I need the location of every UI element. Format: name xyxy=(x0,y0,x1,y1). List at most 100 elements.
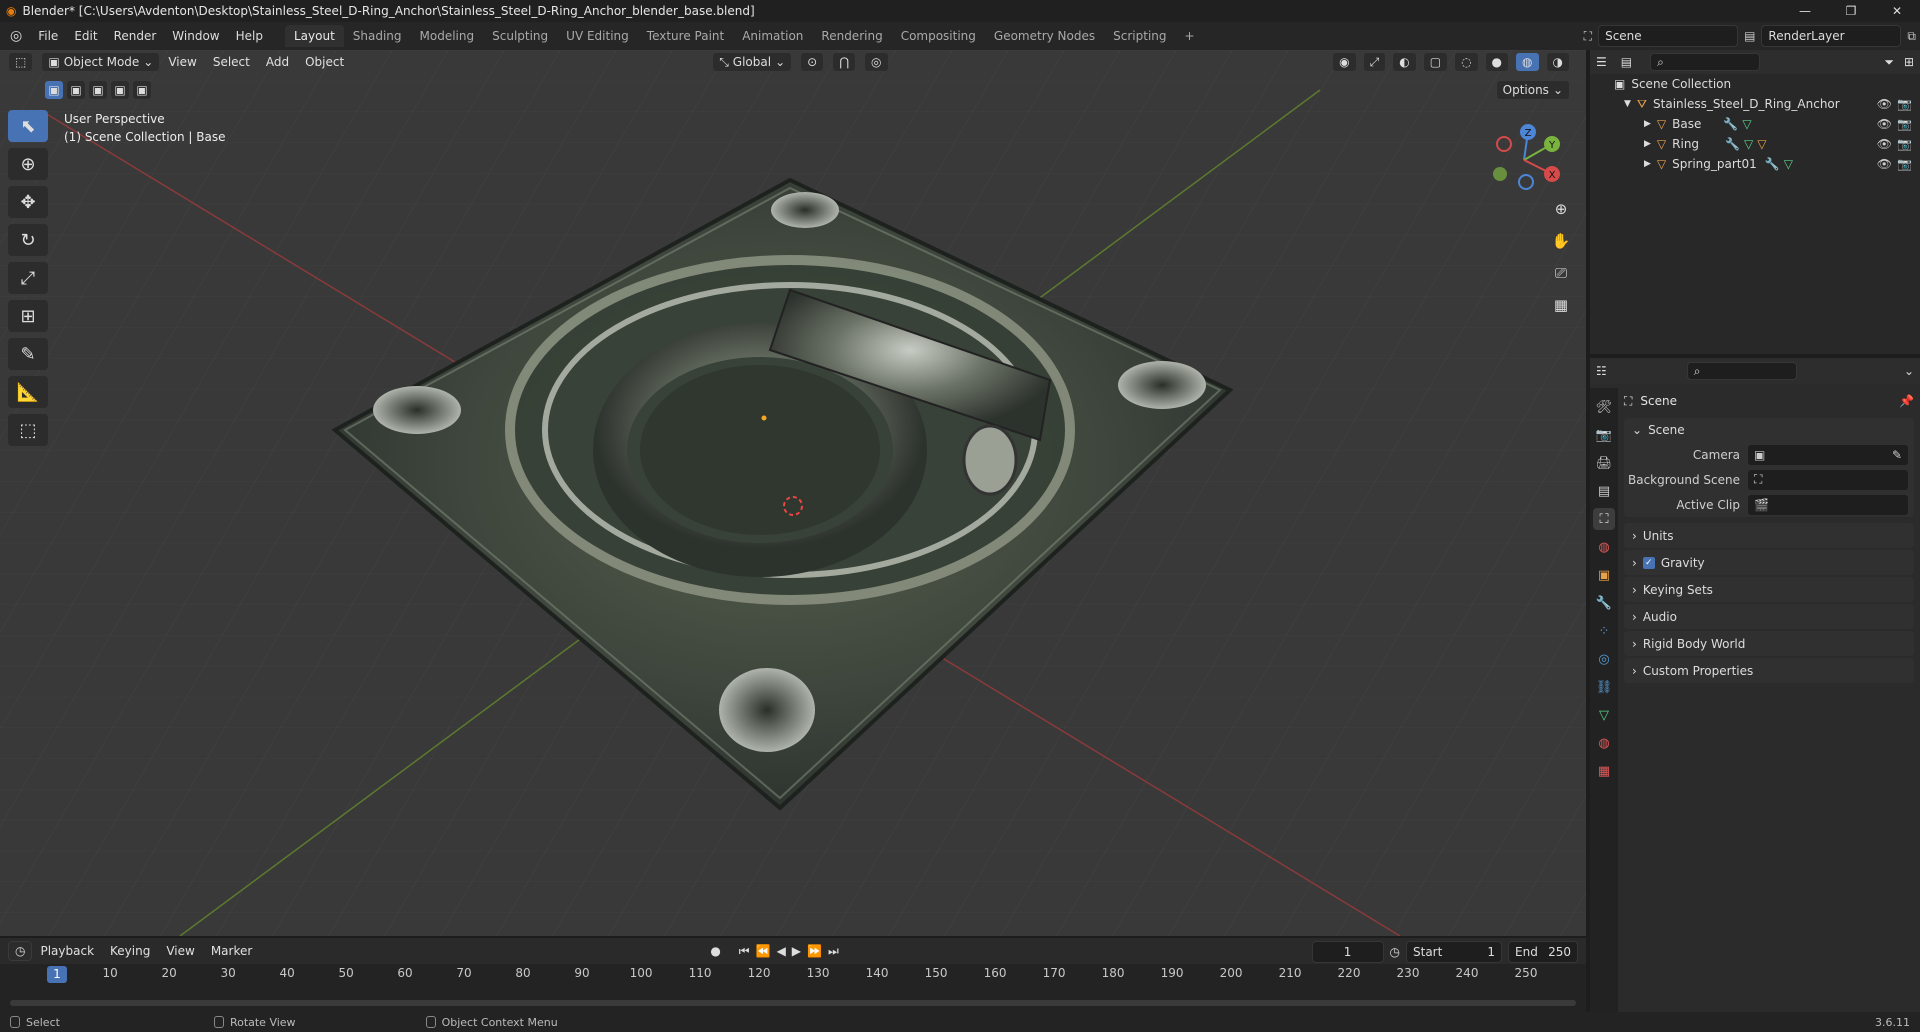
pivot-point-selector[interactable]: ⊙ xyxy=(800,52,825,72)
3d-viewport[interactable]: ⬚ ▣ Object Mode ⌄ View Select Add Object… xyxy=(0,50,1586,936)
outliner-row-scene-collection[interactable]: ▣ Scene Collection xyxy=(1590,74,1920,94)
tab-modifiers[interactable]: 🔧 xyxy=(1593,592,1615,614)
scene-panel-header[interactable]: ⌄ Scene xyxy=(1624,418,1914,442)
panel-keying-sets[interactable]: › Keying Sets xyxy=(1624,577,1914,602)
tab-rendering[interactable]: Rendering xyxy=(812,25,891,47)
chevron-down-icon[interactable]: ⌄ xyxy=(1904,364,1914,378)
play-reverse-icon[interactable]: ◀ xyxy=(777,944,786,958)
zoom-button[interactable]: ⊕ xyxy=(1548,196,1574,222)
tab-scripting[interactable]: Scripting xyxy=(1104,25,1175,47)
shading-rendered-button[interactable]: ◑ xyxy=(1545,52,1570,72)
visibility-eye-icon[interactable]: 👁 xyxy=(1877,117,1892,131)
editor-type-icon[interactable]: ☷ xyxy=(1596,364,1607,378)
panel-audio[interactable]: › Audio xyxy=(1624,604,1914,629)
tool-cursor[interactable]: ⊕ xyxy=(8,148,48,180)
play-icon[interactable]: ▶ xyxy=(792,944,801,958)
new-collection-icon[interactable]: ⊞ xyxy=(1904,55,1914,69)
visibility-eye-icon[interactable]: 👁 xyxy=(1877,137,1892,151)
maximize-button[interactable]: ❐ xyxy=(1828,0,1874,22)
eyedropper-icon[interactable]: ✎ xyxy=(1892,448,1902,462)
tab-data[interactable]: ▽ xyxy=(1593,704,1615,726)
transform-orientation-selector[interactable]: ⤡ Global ⌄ xyxy=(712,52,793,72)
render-camera-icon[interactable]: 📷 xyxy=(1897,97,1912,111)
camera-field[interactable]: ▣ ✎ xyxy=(1748,444,1908,465)
expand-icon[interactable]: ▶ xyxy=(1644,159,1651,169)
tab-particles[interactable]: ⁘ xyxy=(1593,620,1615,642)
tab-texture-paint[interactable]: Texture Paint xyxy=(638,25,733,47)
proportional-edit-toggle[interactable]: ◎ xyxy=(864,52,889,72)
tab-output[interactable]: 🖨 xyxy=(1593,452,1615,474)
menu-timeline-view[interactable]: View xyxy=(158,944,202,958)
menu-window[interactable]: Window xyxy=(164,25,227,47)
render-camera-icon[interactable]: 📷 xyxy=(1897,157,1912,171)
tool-rotate[interactable]: ↻ xyxy=(8,224,48,256)
minimize-button[interactable]: — xyxy=(1782,0,1828,22)
expand-icon[interactable]: ▶ xyxy=(1644,139,1651,149)
close-button[interactable]: ✕ xyxy=(1874,0,1920,22)
panel-custom-properties[interactable]: › Custom Properties xyxy=(1624,658,1914,683)
panel-gravity[interactable]: › ✓ Gravity xyxy=(1624,550,1914,575)
menu-render[interactable]: Render xyxy=(106,25,165,47)
expand-icon[interactable]: ▼ xyxy=(1624,99,1631,109)
jump-keyframe-back-icon[interactable]: ⏪ xyxy=(756,944,771,958)
editor-type-button[interactable]: ◷ xyxy=(8,941,33,961)
tab-sculpting[interactable]: Sculpting xyxy=(483,25,557,47)
display-mode-icon[interactable]: ▤ xyxy=(1621,55,1632,69)
record-icon[interactable]: ● xyxy=(710,944,720,958)
tab-uv-editing[interactable]: UV Editing xyxy=(557,25,638,47)
menu-object[interactable]: Object xyxy=(297,55,352,69)
tool-measure[interactable]: 📐 xyxy=(8,376,48,408)
select-new-button[interactable]: ▣ xyxy=(44,80,64,100)
tab-scene[interactable]: ⛶ xyxy=(1593,508,1615,530)
timeline-ruler[interactable]: 1 10 20 30 40 50 60 70 80 90 100 110 120 130 140 150 16… xyxy=(0,966,1586,984)
add-workspace-button[interactable]: + xyxy=(1176,25,1204,47)
view-layer-selector[interactable]: RenderLayer xyxy=(1761,25,1902,47)
options-button[interactable]: Options ⌄ xyxy=(1495,80,1570,100)
filter-icon[interactable]: ⏷ xyxy=(1884,55,1894,70)
expand-icon[interactable]: ▶ xyxy=(1644,119,1651,129)
tool-add-cube[interactable]: ⬚ xyxy=(8,414,48,446)
current-frame-field[interactable]: 1 xyxy=(1311,941,1384,963)
menu-keying[interactable]: Keying xyxy=(102,944,158,958)
tab-tool[interactable]: 🛠 xyxy=(1593,396,1615,418)
active-clip-field[interactable]: 🎬 xyxy=(1748,494,1908,515)
editor-type-icon[interactable]: ☰ xyxy=(1596,55,1607,69)
tab-view-layer[interactable]: ▤ xyxy=(1593,480,1615,502)
timeline-scrollbar[interactable] xyxy=(10,1000,1576,1006)
select-extend-button[interactable]: ▣ xyxy=(66,80,86,100)
editor-type-button[interactable]: ⬚ xyxy=(8,52,34,72)
overlay-toggle[interactable]: ◐ xyxy=(1392,52,1417,72)
shading-material-button[interactable]: ◍ xyxy=(1515,52,1540,72)
gizmo-toggle[interactable]: ⤢ xyxy=(1362,52,1387,72)
jump-end-icon[interactable]: ⏭ xyxy=(828,944,839,959)
playhead-frame[interactable]: 1 xyxy=(47,966,67,983)
snap-toggle[interactable]: ⋂ xyxy=(832,52,857,72)
jump-keyframe-forward-icon[interactable]: ⏩ xyxy=(807,944,822,958)
menu-marker[interactable]: Marker xyxy=(203,944,260,958)
end-frame-field[interactable]: End 250 xyxy=(1508,941,1578,963)
properties-search-input[interactable]: ⌕ xyxy=(1686,362,1797,380)
gravity-checkbox[interactable]: ✓ xyxy=(1642,556,1655,569)
menu-help[interactable]: Help xyxy=(228,25,271,47)
menu-add[interactable]: Add xyxy=(258,55,297,69)
scene-selector[interactable]: Scene xyxy=(1598,25,1739,47)
blender-menu-icon[interactable]: ◎ xyxy=(10,28,22,44)
shading-wireframe-button[interactable]: ◌ xyxy=(1454,52,1479,72)
outliner-row-collection[interactable]: ▼ ⛛ Stainless_Steel_D_Ring_Anchor 👁 📷 xyxy=(1590,94,1920,114)
visibility-selector[interactable]: ◉ xyxy=(1332,52,1357,72)
outliner-row-base[interactable]: ▶ ▽ Base 🔧 ▽ 👁 📷 xyxy=(1590,114,1920,134)
tab-animation[interactable]: Animation xyxy=(733,25,812,47)
tab-shading[interactable]: Shading xyxy=(344,25,411,47)
tool-scale[interactable]: ⤢ xyxy=(8,262,48,294)
select-invert-button[interactable]: ▣ xyxy=(110,80,130,100)
xray-toggle[interactable]: ▢ xyxy=(1422,52,1449,72)
tool-annotate[interactable]: ✎ xyxy=(8,338,48,370)
menu-file[interactable]: File xyxy=(30,25,66,47)
perspective-toggle-button[interactable]: ▦ xyxy=(1548,292,1574,318)
outliner-search-input[interactable]: ⌕ xyxy=(1650,53,1761,71)
menu-view[interactable]: View xyxy=(160,55,204,69)
tab-physics[interactable]: ◎ xyxy=(1593,648,1615,670)
menu-playback[interactable]: Playback xyxy=(32,944,102,958)
tab-modeling[interactable]: Modeling xyxy=(411,25,484,47)
pin-icon[interactable]: 📌 xyxy=(1899,394,1914,408)
